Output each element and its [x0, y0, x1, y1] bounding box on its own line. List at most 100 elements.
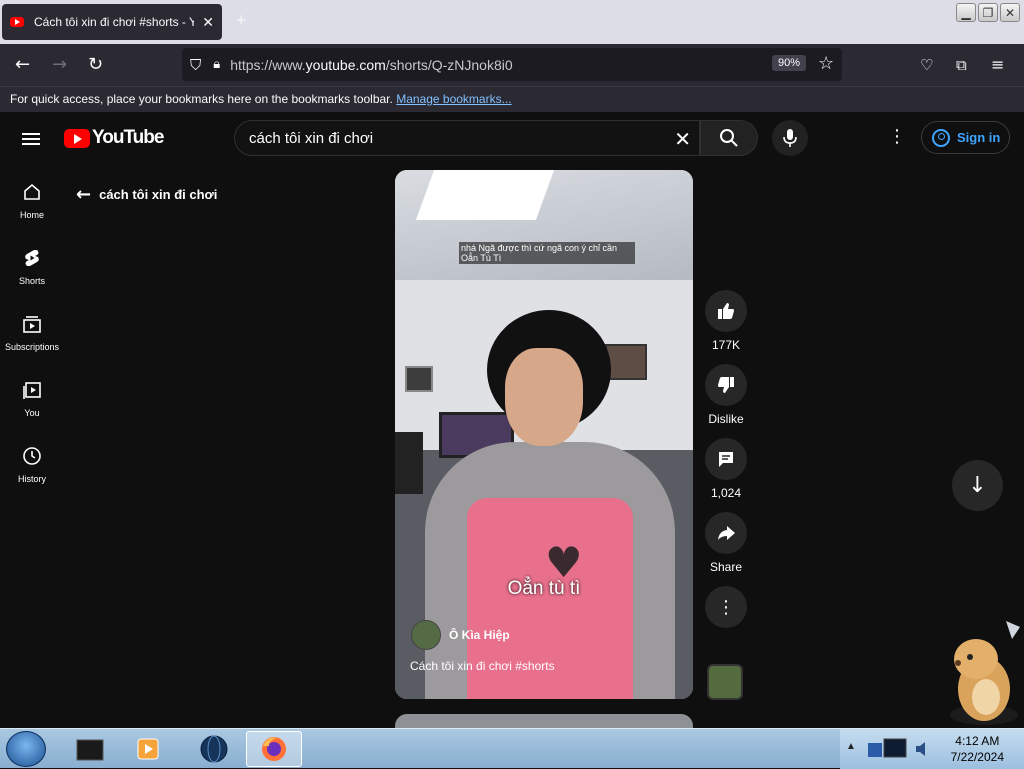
- reload-icon[interactable]: ↻: [88, 54, 103, 75]
- short-title[interactable]: Cách tôi xin đi chơi #shorts: [410, 659, 555, 673]
- close-window-button[interactable]: ✕: [1000, 3, 1020, 22]
- short-video-player[interactable]: ♥ nhá Ngã được thì cứ ngã con ý chỉ cần …: [395, 170, 693, 699]
- youtube-page: YouTube cách tôi xin đi chơi ✕ ⋮ Sign in…: [0, 112, 1024, 734]
- youtube-favicon-icon: [10, 17, 24, 27]
- like-count: 177K: [711, 338, 741, 352]
- video-ceiling-light: [415, 170, 555, 220]
- sign-in-label: Sign in: [957, 130, 1001, 145]
- back-title: cách tôi xin đi chơi: [99, 187, 218, 202]
- forward-arrow-icon[interactable]: →: [52, 54, 67, 75]
- thumbs-down-icon: [718, 377, 734, 393]
- sidebar-item-shorts[interactable]: Shorts: [0, 242, 64, 308]
- network-icon[interactable]: [866, 737, 910, 761]
- search-input[interactable]: cách tôi xin đi chơi ✕: [234, 120, 700, 156]
- taskbar-app-globe[interactable]: [186, 731, 242, 767]
- browser-tab[interactable]: Cách tôi xin đi chơi #shorts - YouTube ✕: [2, 4, 222, 40]
- sidebar-item-you[interactable]: You: [0, 374, 64, 440]
- sidebar-item-subscriptions[interactable]: Subscriptions: [0, 308, 64, 374]
- start-button[interactable]: [6, 731, 46, 767]
- sidebar-item-home[interactable]: Home: [0, 176, 64, 242]
- sidebar-label: You: [24, 408, 40, 418]
- manage-bookmarks-link[interactable]: Manage bookmarks...: [396, 92, 511, 106]
- system-tray: ▲ 4:12 AM 7/22/2024: [840, 729, 1024, 769]
- taskbar-app-media-player[interactable]: [120, 731, 176, 767]
- app-menu-icon[interactable]: ≡: [991, 55, 1004, 74]
- dislike-action[interactable]: Dislike: [704, 364, 748, 426]
- maximize-button[interactable]: ❐: [978, 3, 998, 22]
- bookmark-star-icon[interactable]: ☆: [818, 53, 834, 74]
- video-wall-frame: [405, 366, 433, 392]
- video-caption-bottom: Oẳn tù tì: [507, 578, 581, 599]
- dislike-label: Dislike: [708, 412, 744, 426]
- hamburger-menu-icon[interactable]: [22, 130, 40, 148]
- pocket-icon[interactable]: ♡: [920, 56, 933, 74]
- tracking-shield-icon[interactable]: ⛉: [190, 56, 201, 74]
- account-icon: [932, 128, 950, 147]
- share-icon: [718, 526, 735, 540]
- url-text[interactable]: https://www.youtube.com/shorts/Q-zNJnok8…: [230, 57, 512, 73]
- back-arrow-icon[interactable]: ←: [15, 54, 30, 75]
- bookmarks-toolbar: For quick access, place your bookmarks h…: [0, 86, 1024, 112]
- comments-button[interactable]: [705, 438, 747, 480]
- channel-name[interactable]: Ô Kìa Hiệp: [449, 628, 510, 642]
- browser-tab-strip: Cách tôi xin đi chơi #shorts - YouTube ✕…: [0, 0, 1024, 44]
- share-action[interactable]: Share: [704, 512, 748, 574]
- clock-date: 7/22/2024: [950, 750, 1004, 764]
- clear-search-icon[interactable]: ✕: [674, 127, 691, 151]
- new-tab-button[interactable]: +: [236, 10, 247, 31]
- volume-icon[interactable]: [914, 740, 930, 758]
- next-video-arrow-icon[interactable]: ↓: [952, 460, 1003, 511]
- dislike-button[interactable]: [705, 364, 747, 406]
- youtube-play-icon: [64, 128, 90, 148]
- zoom-level-badge[interactable]: 90%: [772, 55, 807, 71]
- like-button[interactable]: [705, 290, 747, 332]
- thumbs-up-icon: [718, 303, 734, 319]
- search-back-header[interactable]: ← cách tôi xin đi chơi: [76, 184, 217, 205]
- bookmarks-hint: For quick access, place your bookmarks h…: [10, 92, 393, 106]
- video-caption-top: nhá Ngã được thì cứ ngã con ý chỉ cần Oẳ…: [459, 242, 635, 264]
- voice-search-button[interactable]: [772, 120, 808, 156]
- youtube-logo[interactable]: YouTube: [64, 127, 164, 149]
- shorts-icon: [25, 250, 39, 266]
- sound-thumbnail[interactable]: [707, 664, 743, 700]
- navigation-toolbar: ← → ↻ ⛉ 🔒︎ https://www.youtube.com/short…: [0, 44, 1024, 86]
- comments-action[interactable]: 1,024: [704, 438, 748, 500]
- show-hidden-icons-arrow-icon[interactable]: ▲: [846, 741, 856, 752]
- more-actions-icon[interactable]: ⋮: [705, 586, 747, 628]
- taskbar-clock[interactable]: 4:12 AM 7/22/2024: [951, 733, 1004, 765]
- channel-info[interactable]: Ô Kìa Hiệp: [411, 620, 510, 650]
- globe-app-icon: [200, 735, 228, 763]
- search-query[interactable]: cách tôi xin đi chơi: [249, 130, 373, 147]
- like-action[interactable]: 177K: [704, 290, 748, 352]
- lock-icon[interactable]: 🔒︎: [213, 57, 220, 72]
- share-label: Share: [709, 560, 743, 574]
- you-icon: [23, 382, 41, 399]
- history-icon: [23, 447, 41, 465]
- sidebar-item-history[interactable]: History: [0, 440, 64, 506]
- comment-icon: [719, 452, 733, 467]
- window-controls: ▁ ❐ ✕: [956, 3, 1020, 22]
- home-icon: [24, 183, 40, 200]
- address-bar[interactable]: ⛉ 🔒︎ https://www.youtube.com/shorts/Q-zN…: [182, 48, 842, 81]
- close-tab-icon[interactable]: ✕: [202, 14, 214, 31]
- windows-taskbar: ▲ 4:12 AM 7/22/2024: [0, 728, 1024, 769]
- terminal-app-icon: [76, 739, 104, 761]
- hamster-mascot-overlay: [950, 621, 1020, 725]
- sidebar-label: Home: [19, 210, 44, 220]
- sign-in-button[interactable]: Sign in: [921, 121, 1010, 154]
- video-wall-frame: [605, 344, 647, 380]
- channel-avatar[interactable]: [411, 620, 441, 650]
- back-arrow-icon[interactable]: ←: [76, 184, 91, 205]
- settings-more-icon[interactable]: ⋮: [888, 126, 906, 147]
- microphone-icon: [783, 129, 797, 147]
- search-button[interactable]: [700, 120, 758, 156]
- share-button[interactable]: [705, 512, 747, 554]
- minimize-button[interactable]: ▁: [956, 3, 976, 22]
- firefox-icon: [262, 737, 286, 761]
- taskbar-app-firefox[interactable]: [246, 731, 302, 767]
- taskbar-app-terminal[interactable]: [62, 731, 118, 767]
- extensions-icon[interactable]: ⧉: [956, 56, 967, 74]
- sidebar-label: History: [17, 474, 46, 484]
- video-monitor: [395, 432, 423, 494]
- sidebar-label: Subscriptions: [4, 342, 60, 352]
